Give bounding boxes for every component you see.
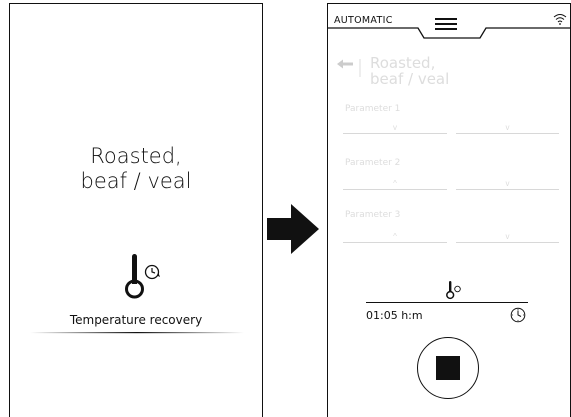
mode-label: AUTOMATIC: [334, 15, 393, 26]
recipe-title: Roasted, beaf / veal: [10, 144, 262, 194]
recipe-title: Roasted, beaf / veal: [370, 55, 449, 87]
thermometer-clock-icon: [446, 281, 461, 300]
parameter-3-right-field[interactable]: v: [456, 228, 559, 243]
recipe-title-line2: beaf / veal: [370, 70, 450, 88]
recipe-title-line2: beaf / veal: [80, 169, 192, 193]
parameter-3-left-field[interactable]: ^: [343, 228, 447, 243]
hamburger-menu-icon[interactable]: [435, 18, 457, 33]
parameter-1-left-field[interactable]: v: [343, 119, 447, 134]
stop-icon: [436, 356, 460, 380]
automatic-screen: AUTOMATIC Roasted, beaf / veal Parameter…: [327, 3, 571, 417]
recovery-screen: Roasted, beaf / veal Temperature recover…: [9, 3, 263, 417]
recipe-title-line1: Roasted,: [90, 144, 182, 168]
parameter-3-label: Parameter 3: [345, 210, 401, 220]
parameter-2-right-field[interactable]: v: [456, 175, 559, 190]
timer-value: 01:05 h:m: [366, 309, 423, 322]
right-arrow-icon: [267, 204, 319, 254]
recipe-title-line1: Roasted,: [370, 54, 436, 72]
stop-button[interactable]: [417, 337, 479, 399]
parameter-2-left-field[interactable]: ^: [343, 175, 447, 190]
status-label: Temperature recovery: [69, 313, 203, 327]
back-arrow-icon[interactable]: [335, 59, 365, 79]
parameter-2-label: Parameter 2: [345, 158, 401, 168]
timer-divider: [366, 302, 528, 303]
parameter-1-label: Parameter 1: [345, 104, 401, 114]
parameter-1-right-field[interactable]: v: [456, 119, 559, 134]
clock-icon[interactable]: [510, 307, 526, 323]
progress-divider: [30, 332, 244, 334]
thermometer-clock-icon: [125, 254, 160, 299]
wifi-icon: [553, 14, 567, 25]
